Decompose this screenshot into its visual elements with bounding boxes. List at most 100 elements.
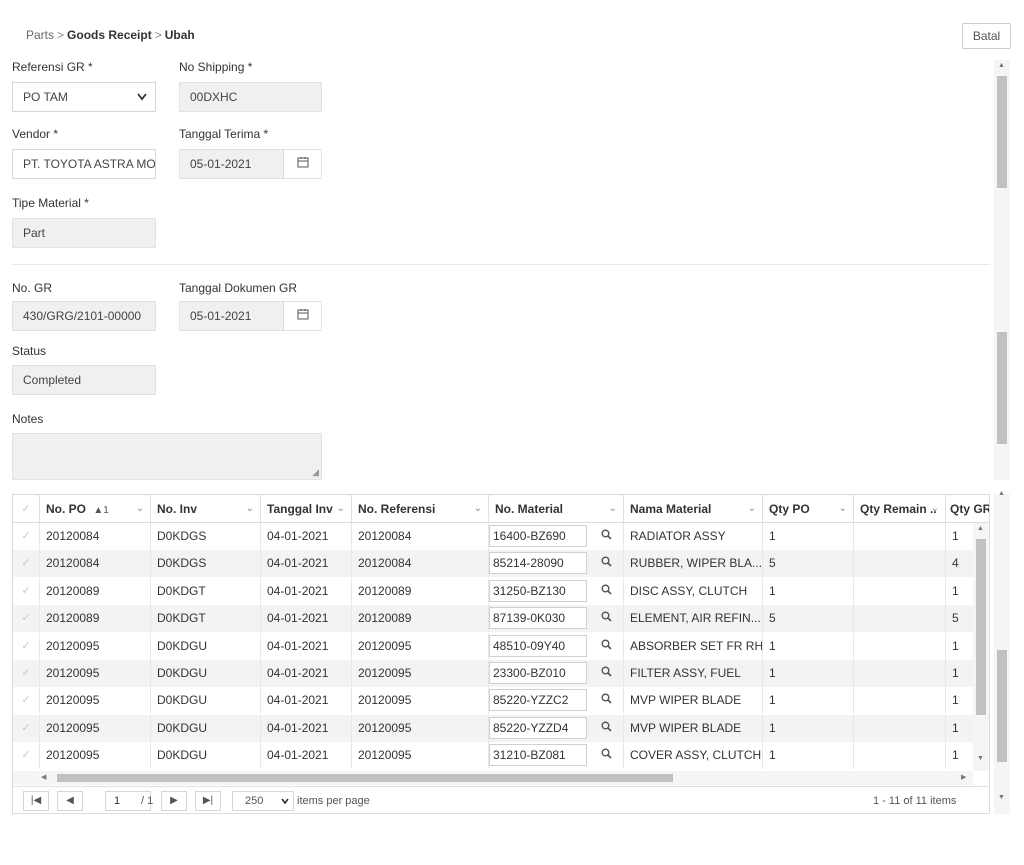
table-row[interactable]: ✓ 20120095 D0KDGU 04-01-2021 20120095 85220-Y… [13,714,989,742]
page-scrollbar[interactable]: ▲ [994,60,1010,480]
tipe-material-field: Part [12,218,156,248]
search-icon[interactable] [591,662,621,684]
search-icon[interactable] [591,607,621,629]
scrollbar-thumb[interactable] [57,774,673,782]
tanggal-dokumen-gr-value: 05-01-2021 [190,309,252,323]
check-icon[interactable]: ✓ [13,550,39,577]
vendor-field[interactable]: PT. TOYOTA ASTRA MO [12,149,156,179]
referensi-gr-select[interactable]: PO TAM [12,82,156,112]
column-header-no-po[interactable]: No. PO ▲1 ⌄ [39,495,150,523]
check-icon[interactable]: ✓ [13,578,39,605]
table-row[interactable]: ✓ 20120095 D0KDGU 04-01-2021 20120095 31210-B… [13,742,989,770]
scroll-left-icon[interactable]: ◀ [41,771,46,785]
last-page-icon[interactable]: ▶| [195,791,221,811]
next-page-icon[interactable]: ▶ [161,791,187,811]
column-header-tanggal-inv[interactable]: Tanggal Inv ⌄ [260,495,351,523]
check-icon[interactable]: ✓ [13,687,39,714]
breadcrumb-parts[interactable]: Parts [26,28,54,42]
tanggal-terima-field[interactable]: 05-01-2021 [179,149,322,179]
check-icon[interactable]: ✓ [13,605,39,632]
breadcrumb: Parts > Goods Receipt > Ubah [26,28,195,42]
table-row[interactable]: ✓ 20120089 D0KDGT 04-01-2021 20120089 87139-0… [13,605,989,633]
cell-tanggal-inv: 04-01-2021 [260,523,351,550]
chevron-down-icon[interactable]: ⌄ [609,495,617,523]
material-input[interactable]: 85220-YZZC2 [489,689,587,712]
check-icon[interactable]: ✓ [13,633,39,660]
scrollbar-thumb[interactable] [997,76,1007,188]
search-icon[interactable] [591,689,621,711]
table-row[interactable]: ✓ 20120095 D0KDGU 04-01-2021 20120095 23300-B… [13,660,989,687]
scroll-up-icon[interactable]: ▲ [998,490,1005,497]
table-row[interactable]: ✓ 20120095 D0KDGU 04-01-2021 20120095 85220-Y… [13,687,989,715]
search-icon[interactable] [591,580,621,602]
chevron-down-icon[interactable]: ⌄ [748,495,756,523]
calendar-icon[interactable] [283,302,321,330]
prev-page-icon[interactable]: ◀ [57,791,83,811]
scroll-right-icon[interactable]: ▶ [961,771,966,785]
search-icon[interactable] [591,525,621,547]
items-per-page-label: items per page [297,795,370,807]
chevron-down-icon[interactable]: ⌄ [337,495,345,523]
column-header-qty-gr[interactable]: Qty GR [945,495,989,523]
cell-no-po: 20120095 [39,660,150,687]
material-input[interactable]: 85214-28090 [489,552,587,575]
search-icon[interactable] [591,717,621,739]
table-row[interactable]: ✓ 20120084 D0KDGS 04-01-2021 20120084 16400-B… [13,523,989,550]
breadcrumb-ubah: Ubah [164,28,195,42]
table-row[interactable]: ✓ 20120089 D0KDGT 04-01-2021 20120089 31250-B… [13,577,989,605]
check-icon[interactable]: ✓ [13,495,39,523]
material-input[interactable]: 87139-0K030 [489,607,587,630]
cell-qty-gr: 4 [945,550,973,578]
search-icon[interactable] [591,744,621,766]
scroll-down-icon[interactable]: ▼ [977,755,984,762]
calendar-icon[interactable] [283,150,321,178]
breadcrumb-goods-receipt[interactable]: Goods Receipt [67,28,152,42]
column-header-nama-material[interactable]: Nama Material ⌄ [623,495,762,523]
scrollbar-thumb[interactable] [997,332,1007,444]
chevron-down-icon[interactable]: ⌄ [931,495,939,523]
column-header-no-inv[interactable]: No. Inv ⌄ [150,495,260,523]
chevron-down-icon[interactable]: ⌄ [246,495,254,523]
notes-textarea[interactable]: ◢ [12,433,322,480]
cell-no-po: 20120095 [39,742,150,770]
material-input[interactable]: 23300-BZ010 [489,662,587,684]
material-input[interactable]: 31250-BZ130 [489,579,587,602]
tanggal-dokumen-gr-field[interactable]: 05-01-2021 [179,301,322,331]
page-scrollbar-lower[interactable]: ▲ ▼ [994,490,1010,814]
check-icon[interactable]: ✓ [13,660,39,687]
table-row[interactable]: ✓ 20120095 D0KDGU 04-01-2021 20120095 48510-0… [13,632,989,660]
scrollbar-thumb[interactable] [976,539,986,715]
first-page-icon[interactable]: |◀ [23,791,49,811]
column-label: No. PO [46,502,87,516]
chevron-down-icon[interactable]: ⌄ [474,495,482,523]
cell-qty-gr: 1 [945,687,973,715]
cell-qty-remain [853,660,945,687]
column-header-qty-po[interactable]: Qty PO ⌄ [762,495,853,523]
grid-vertical-scrollbar[interactable]: ▲ ▼ [973,523,989,771]
batal-button[interactable]: Batal [962,23,1011,49]
grid-horizontal-scrollbar[interactable]: ◀ ▶ [13,771,973,785]
material-input[interactable]: 31210-BZ081 [489,744,587,767]
scroll-up-icon[interactable]: ▲ [998,62,1005,69]
material-input[interactable]: 48510-09Y40 [489,634,587,657]
column-header-no-referensi[interactable]: No. Referensi ⌄ [351,495,488,523]
check-icon[interactable]: ✓ [13,742,39,769]
tanggal-dokumen-gr-label: Tanggal Dokumen GR [179,281,298,295]
scroll-up-icon[interactable]: ▲ [977,525,984,532]
resize-grip-icon[interactable]: ◢ [312,467,319,478]
table-row[interactable]: ✓ 20120084 D0KDGS 04-01-2021 20120084 85214-2… [13,550,989,578]
check-icon[interactable]: ✓ [13,715,39,742]
material-input[interactable]: 16400-BZ690 [489,525,587,547]
chevron-down-icon[interactable]: ⌄ [839,495,847,523]
column-header-no-material[interactable]: No. Material ⌄ [488,495,623,523]
chevron-down-icon[interactable]: ⌄ [136,495,144,523]
scrollbar-thumb[interactable] [997,650,1007,762]
page-size-select[interactable]: 250 [232,791,294,811]
material-input[interactable]: 85220-YZZD4 [489,716,587,739]
search-icon[interactable] [591,552,621,574]
cell-tanggal-inv: 04-01-2021 [260,550,351,578]
search-icon[interactable] [591,635,621,657]
scroll-down-icon[interactable]: ▼ [998,794,1005,801]
check-icon[interactable]: ✓ [13,523,39,550]
column-header-qty-remain[interactable]: Qty Remain .. ⌄ [853,495,945,523]
